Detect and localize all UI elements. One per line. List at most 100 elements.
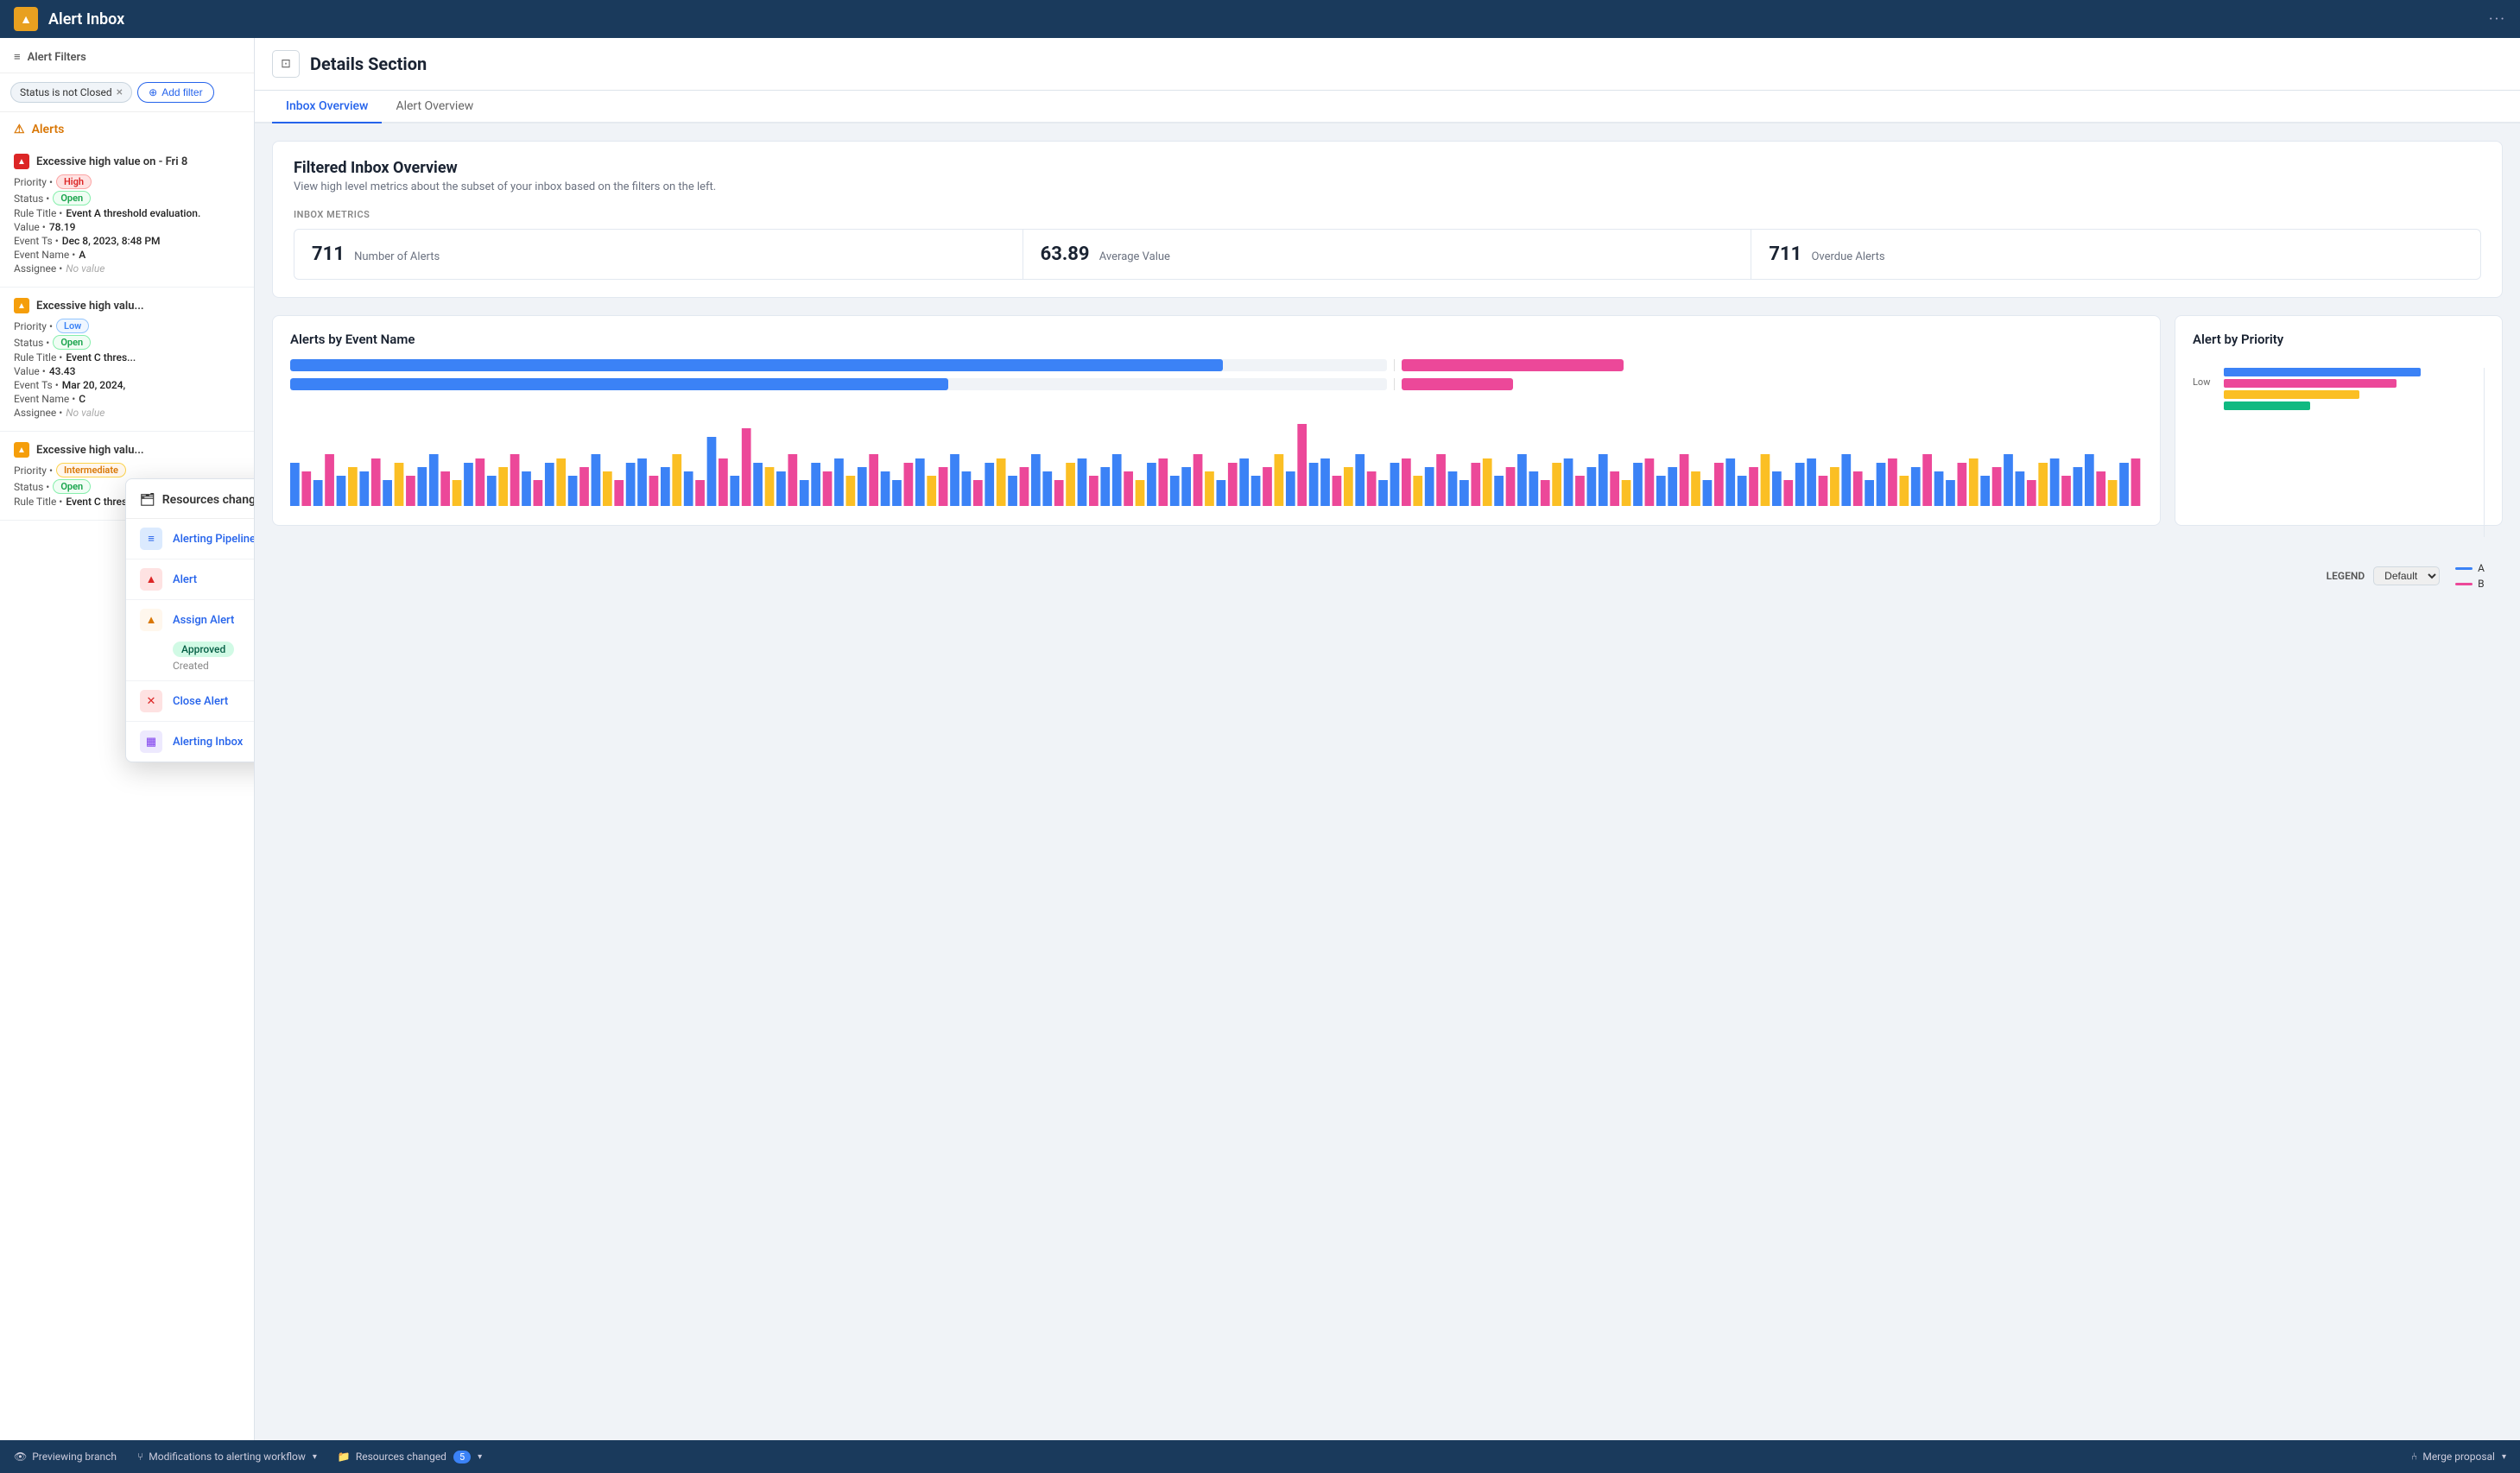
filter-chip-close[interactable]: × bbox=[117, 85, 123, 99]
popup-row-close-alert[interactable]: ✕ Close Alert Approved bbox=[126, 681, 255, 722]
popup-row-alert[interactable]: ▲ Alert Approved bbox=[126, 559, 255, 600]
alert-icon-red-1: ▲ bbox=[14, 154, 29, 169]
app-logo: ▲ bbox=[14, 7, 38, 31]
metric-alerts-label: Number of Alerts bbox=[354, 250, 440, 263]
filtered-overview-card: Filtered Inbox Overview View high level … bbox=[272, 141, 2503, 298]
popup-inbox-name[interactable]: Alerting Inbox bbox=[173, 736, 255, 749]
status-filter-chip[interactable]: Status is not Closed × bbox=[10, 82, 132, 103]
legend-title: LEGEND bbox=[2327, 570, 2365, 582]
merge-chevron: ▾ bbox=[2502, 1452, 2506, 1462]
bottom-right: ⑃ Merge proposal ▾ bbox=[2411, 1451, 2506, 1463]
priority-bar-pink-1 bbox=[2224, 379, 2396, 388]
popup-icon-assign: ▲ bbox=[140, 609, 162, 631]
metric-alerts-value: 711 bbox=[312, 243, 345, 265]
alert-1-assignee-value: No value bbox=[66, 262, 104, 275]
tab-inbox-overview[interactable]: Inbox Overview bbox=[272, 91, 382, 123]
details-title: Details Section bbox=[310, 54, 427, 74]
alert-1-status: Status • Open bbox=[14, 191, 240, 205]
alert-2-event-ts: Event Ts • Mar 20, 2024, bbox=[14, 379, 240, 391]
top-bar-menu[interactable]: ··· bbox=[2489, 10, 2506, 28]
chart-priority-title: Alert by Priority bbox=[2193, 332, 2485, 347]
metric-avg-value: 63.89 bbox=[1041, 243, 1090, 265]
alert-item-2-title: ▲ Excessive high valu... bbox=[14, 298, 240, 313]
preview-label: Previewing branch bbox=[32, 1451, 117, 1463]
collapse-button[interactable]: ⊡ bbox=[272, 50, 300, 78]
filter-chips-area: Status is not Closed × ⊕ Add filter bbox=[0, 73, 254, 112]
overview-content: Filtered Inbox Overview View high level … bbox=[255, 123, 2520, 1440]
event-bar-b-1 bbox=[1402, 359, 1624, 371]
popup-title: Resources changed bbox=[162, 493, 255, 507]
filters-title: Alert Filters bbox=[28, 51, 86, 64]
event-bar-sep-2 bbox=[1394, 378, 1395, 390]
priority-axis-label: Low bbox=[2193, 376, 2210, 388]
merge-icon: ⑃ bbox=[2411, 1451, 2417, 1463]
add-filter-button[interactable]: ⊕ Add filter bbox=[137, 82, 213, 103]
alert-2-assignee: Assignee • No value bbox=[14, 407, 240, 419]
workflow-label: Modifications to alerting workflow bbox=[149, 1451, 306, 1463]
alert-item-1[interactable]: ▲ Excessive high value on - Fri 8 Priori… bbox=[0, 143, 254, 288]
priority-bars-group bbox=[2224, 368, 2470, 410]
alert-icon-orange-3: ▲ bbox=[14, 442, 29, 458]
popup-close-name[interactable]: Close Alert bbox=[173, 695, 255, 708]
alert-icon-orange-2: ▲ bbox=[14, 298, 29, 313]
preview-icon: 👁 bbox=[14, 1451, 27, 1463]
popup-row-alerting-inbox[interactable]: ▦ Alerting Inbox bbox=[126, 722, 255, 762]
workflow-chevron: ▾ bbox=[313, 1452, 317, 1462]
alert-item-2[interactable]: ▲ Excessive high valu... Priority • Low … bbox=[0, 288, 254, 432]
priority-bar-yellow-1 bbox=[2224, 390, 2359, 399]
priority-bar-blue-1 bbox=[2224, 368, 2421, 376]
event-bar-a-2 bbox=[290, 378, 948, 390]
charts-row: Alerts by Event Name bbox=[272, 315, 2503, 526]
priority-bars-area bbox=[2224, 359, 2470, 410]
event-bar-secondary-2 bbox=[1402, 378, 2143, 390]
alert-item-1-name: Excessive high value on - Fri 8 bbox=[36, 155, 187, 168]
legend-color-a bbox=[2455, 567, 2473, 570]
event-bar-b-2 bbox=[1402, 378, 1513, 390]
popup-assign-created: Created bbox=[173, 660, 255, 672]
merge-proposal-item[interactable]: ⑃ Merge proposal ▾ bbox=[2411, 1451, 2506, 1463]
workflow-icon: ⑂ bbox=[137, 1451, 143, 1463]
resources-changed-item[interactable]: 📁 Resources changed 5 ▾ bbox=[338, 1451, 482, 1464]
popup-alert-name[interactable]: Alert bbox=[173, 573, 255, 586]
app-title: Alert Inbox bbox=[48, 10, 124, 28]
resources-chevron: ▾ bbox=[478, 1452, 482, 1462]
alert-2-value: Value • 43.43 bbox=[14, 365, 240, 377]
popup-header-content: 🗂 Resources changed bbox=[140, 493, 255, 507]
filter-icon: ≡ bbox=[14, 50, 21, 64]
event-bar-row-1 bbox=[290, 359, 2143, 371]
mini-chart-area bbox=[290, 411, 2143, 509]
status-badge-open-3: Open bbox=[53, 479, 91, 494]
resources-count-badge: 5 bbox=[453, 1451, 471, 1464]
event-bar-bg-1 bbox=[290, 359, 1387, 371]
metrics-grid: 711 Number of Alerts 63.89 Average Value… bbox=[294, 229, 2481, 280]
tab-alert-overview[interactable]: Alert Overview bbox=[382, 91, 487, 123]
metric-avg-label: Average Value bbox=[1099, 250, 1170, 263]
priority-badge-high: High bbox=[56, 174, 92, 189]
alert-1-assignee: Assignee • No value bbox=[14, 262, 240, 275]
alert-3-priority: Priority • Intermediate bbox=[14, 463, 240, 477]
collapse-icon: ⊡ bbox=[281, 57, 291, 71]
popup-row-alerting-pipeline[interactable]: ≡ Alerting Pipeline Approved · DA bbox=[126, 519, 255, 559]
event-bar-sep-1 bbox=[1394, 359, 1395, 371]
main-content: ⊡ Details Section Inbox Overview Alert O… bbox=[255, 38, 2520, 1440]
popup-pipeline-name[interactable]: Alerting Pipeline bbox=[173, 533, 255, 546]
previewing-branch-item: 👁 Previewing branch bbox=[14, 1451, 117, 1463]
filtered-overview-title: Filtered Inbox Overview bbox=[294, 159, 2481, 177]
legend-color-b bbox=[2455, 583, 2473, 585]
legend-item-b: B bbox=[2455, 578, 2485, 590]
metric-box-avg: 63.89 Average Value bbox=[1023, 230, 1752, 279]
legend-select[interactable]: Default bbox=[2373, 566, 2440, 585]
event-bar-row-2 bbox=[290, 378, 2143, 390]
popup-assign-name[interactable]: Assign Alert bbox=[173, 614, 255, 627]
chart-priority: Alert by Priority Low bbox=[2175, 315, 2503, 526]
merge-label: Merge proposal bbox=[2422, 1451, 2495, 1463]
popup-row-assign-alert[interactable]: ▲ Assign Alert Approved Created bbox=[126, 600, 255, 681]
alert-2-event-name: Event Name • C bbox=[14, 393, 240, 405]
alert-warning-icon: ⚠ bbox=[14, 123, 25, 136]
event-bars bbox=[290, 359, 2143, 390]
alert-1-priority: Priority • High bbox=[14, 174, 240, 189]
priority-chart-content: Low bbox=[2193, 359, 2485, 537]
workflow-item[interactable]: ⑂ Modifications to alerting workflow ▾ bbox=[137, 1451, 317, 1463]
legend-label-b: B bbox=[2478, 578, 2484, 590]
alert-2-assignee-value: No value bbox=[66, 407, 104, 419]
